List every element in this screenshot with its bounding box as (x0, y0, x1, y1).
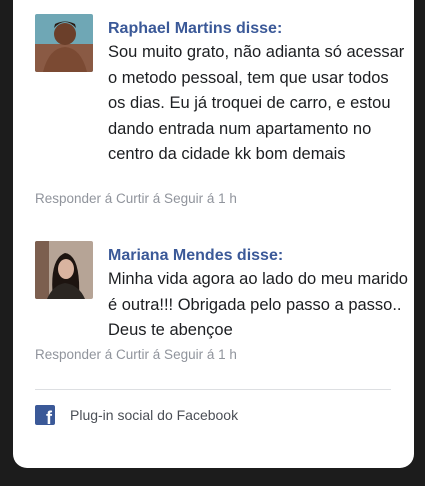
avatar[interactable] (35, 241, 93, 299)
comment-actions[interactable]: Responder á Curtir á Seguir á 1 h (35, 191, 237, 206)
comment-text: Sou muito grato, não adianta só acessar … (108, 43, 405, 163)
divider (35, 389, 391, 390)
facebook-plugin-footer[interactable]: f Plug-in social do Facebook (35, 405, 238, 425)
comment-author[interactable]: Mariana Mendes disse: (108, 245, 408, 267)
avatar[interactable] (35, 14, 93, 72)
facebook-icon: f (35, 405, 55, 425)
comment-text: Minha vida agora ao lado do meu marido é… (108, 270, 408, 339)
comment-actions[interactable]: Responder á Curtir á Seguir á 1 h (35, 347, 237, 362)
comment-author[interactable]: Raphael Martins disse: (108, 18, 408, 40)
plugin-label[interactable]: Plug-in social do Facebook (70, 407, 238, 423)
comments-card: Raphael Martins disse: Sou muito grato, … (13, 0, 414, 468)
